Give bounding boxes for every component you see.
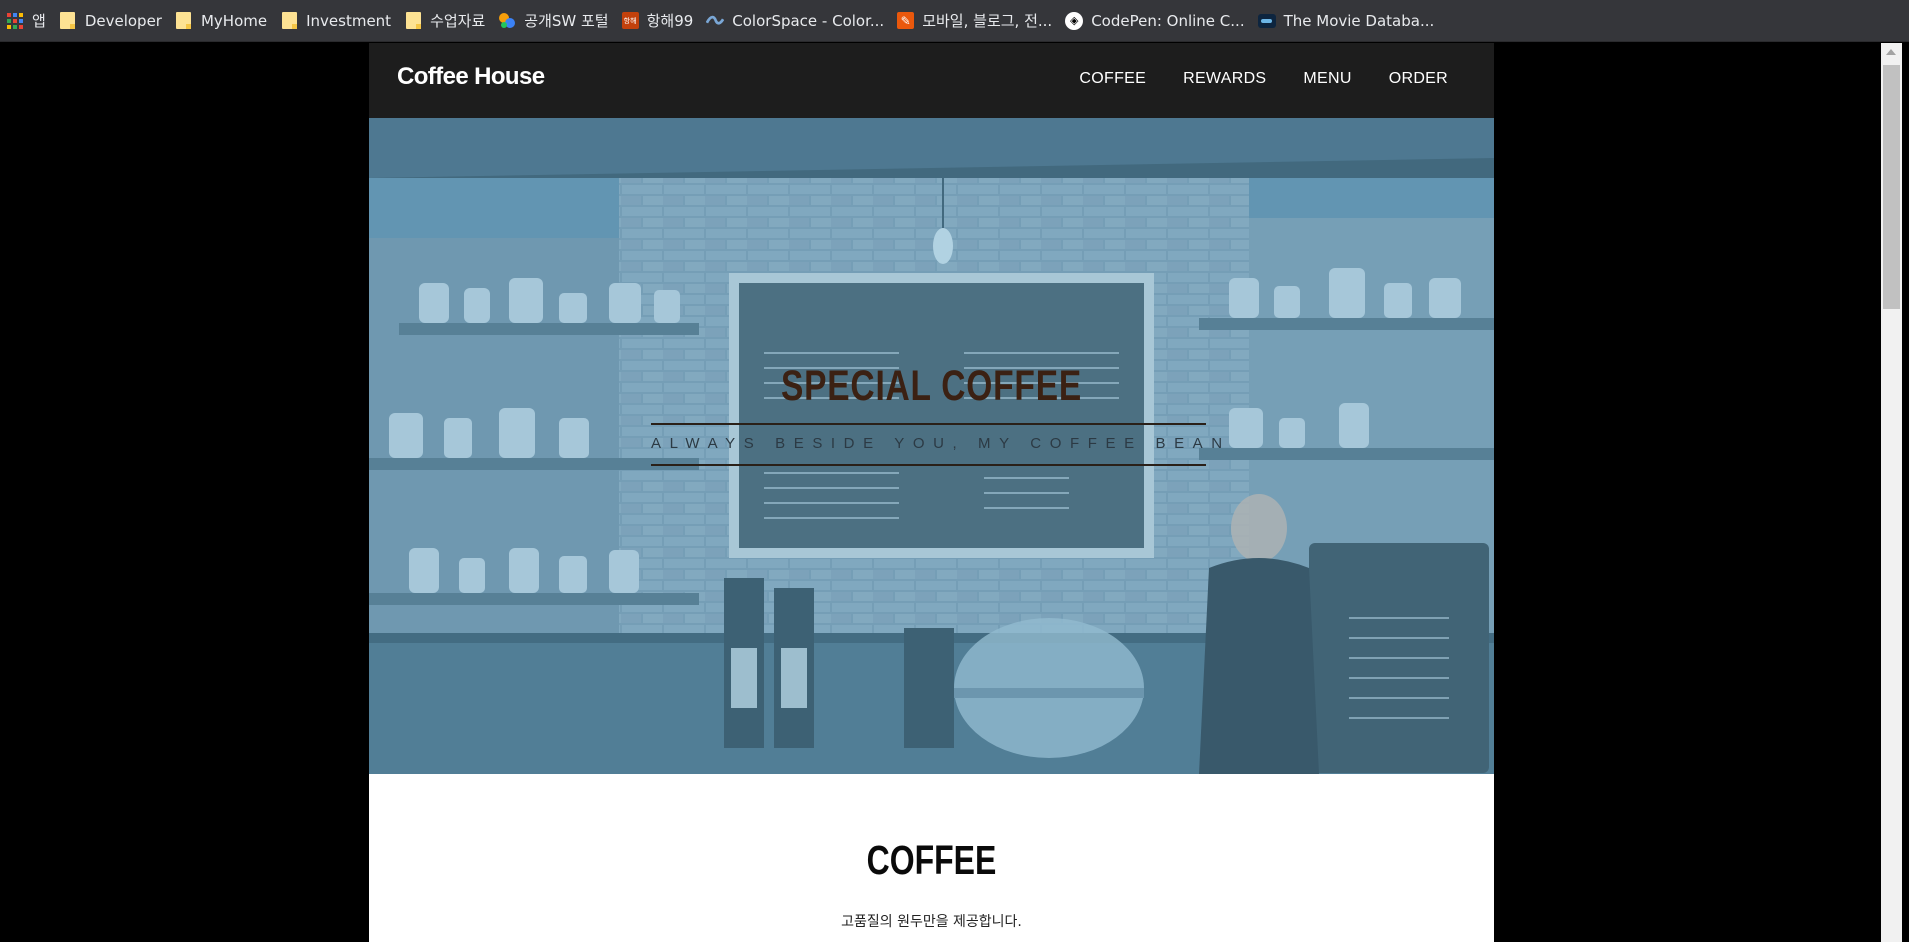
brand-logo[interactable]: Coffee House (397, 63, 545, 91)
hero-subtitle: ALWAYS BESIDE YOU, MY COFFEE BEAN (651, 435, 1231, 452)
bookmark-tmdb[interactable]: The Movie Databa... (1254, 6, 1444, 36)
bookmark-label: 공개SW 포털 (524, 12, 609, 30)
scroll-up-arrow-icon[interactable] (1886, 49, 1896, 55)
colorspace-icon (706, 12, 725, 30)
codepen-icon: ◈ (1065, 11, 1084, 30)
webpage: Coffee House COFFEE REWARDS MENU ORDER S… (369, 43, 1494, 942)
bookmark-myhome[interactable]: MyHome (171, 6, 276, 36)
bookmark-label: 항해99 (646, 12, 694, 30)
nav-link-order[interactable]: ORDER (1389, 70, 1448, 88)
bookmark-hanghae99[interactable]: 항해 항해99 (618, 6, 703, 36)
bookmark-label: 모바일, 블로그, 전... (922, 12, 1053, 30)
bookmark-label: MyHome (200, 11, 268, 30)
bookmark-codepen[interactable]: ◈ CodePen: Online C... (1061, 6, 1253, 36)
folder-icon (404, 12, 422, 30)
bookmark-label: ColorSpace - Color... (732, 11, 885, 30)
bookmark-investment[interactable]: Investment (276, 6, 400, 36)
folder-icon (59, 12, 77, 30)
scrollbar-thumb[interactable] (1883, 65, 1900, 309)
vertical-scrollbar[interactable] (1881, 43, 1902, 942)
bookmark-label: Investment (306, 11, 392, 30)
bookmarks-bar: 앱 Developer MyHome Investment 수업자료 공개SW … (0, 0, 1909, 42)
bookmark-label: 수업자료 (430, 12, 486, 30)
pencil-icon: ✎ (897, 12, 915, 29)
nav-link-menu[interactable]: MENU (1303, 70, 1351, 88)
coffee-section: COFFEE 고품질의 원두만을 제공합니다. (369, 774, 1494, 942)
hero-rule-bottom (651, 464, 1206, 466)
bookmark-label: The Movie Databa... (1283, 11, 1435, 30)
hanghae-icon: 항해 (621, 12, 639, 29)
nav-links: COFFEE REWARDS MENU ORDER (1042, 70, 1448, 88)
folder-icon (175, 12, 193, 30)
hero-title: SPECIAL COFFEE (780, 362, 1083, 410)
bookmark-class-materials[interactable]: 수업자료 (400, 6, 494, 36)
apps-icon (6, 12, 24, 30)
bookmark-oss-portal[interactable]: 공개SW 포털 (494, 6, 617, 36)
hero-rule-top (651, 423, 1206, 425)
nav-link-coffee[interactable]: COFFEE (1079, 70, 1146, 88)
section-title: COFFEE (866, 837, 997, 883)
top-navbar: Coffee House COFFEE REWARDS MENU ORDER (369, 43, 1494, 118)
bookmark-apps[interactable]: 앱 (2, 6, 55, 36)
oss-portal-icon (498, 12, 516, 30)
bookmark-developer[interactable]: Developer (55, 6, 171, 36)
bookmark-colorspace[interactable]: ColorSpace - Color... (702, 6, 893, 36)
bookmark-mobile-blog[interactable]: ✎ 모바일, 블로그, 전... (893, 6, 1061, 36)
hero-text-block: SPECIAL COFFEE ALWAYS BESIDE YOU, MY COF… (369, 118, 1494, 774)
section-description: 고품질의 원두만을 제공합니다. (841, 914, 1022, 930)
bookmark-label: CodePen: Online C... (1091, 11, 1245, 30)
bookmark-label: Developer (84, 11, 162, 30)
nav-link-rewards[interactable]: REWARDS (1183, 70, 1266, 88)
tmdb-icon (1257, 13, 1276, 28)
folder-icon (280, 12, 298, 30)
hero-banner: SPECIAL COFFEE ALWAYS BESIDE YOU, MY COF… (369, 118, 1494, 774)
bookmark-label: 앱 (32, 12, 46, 30)
